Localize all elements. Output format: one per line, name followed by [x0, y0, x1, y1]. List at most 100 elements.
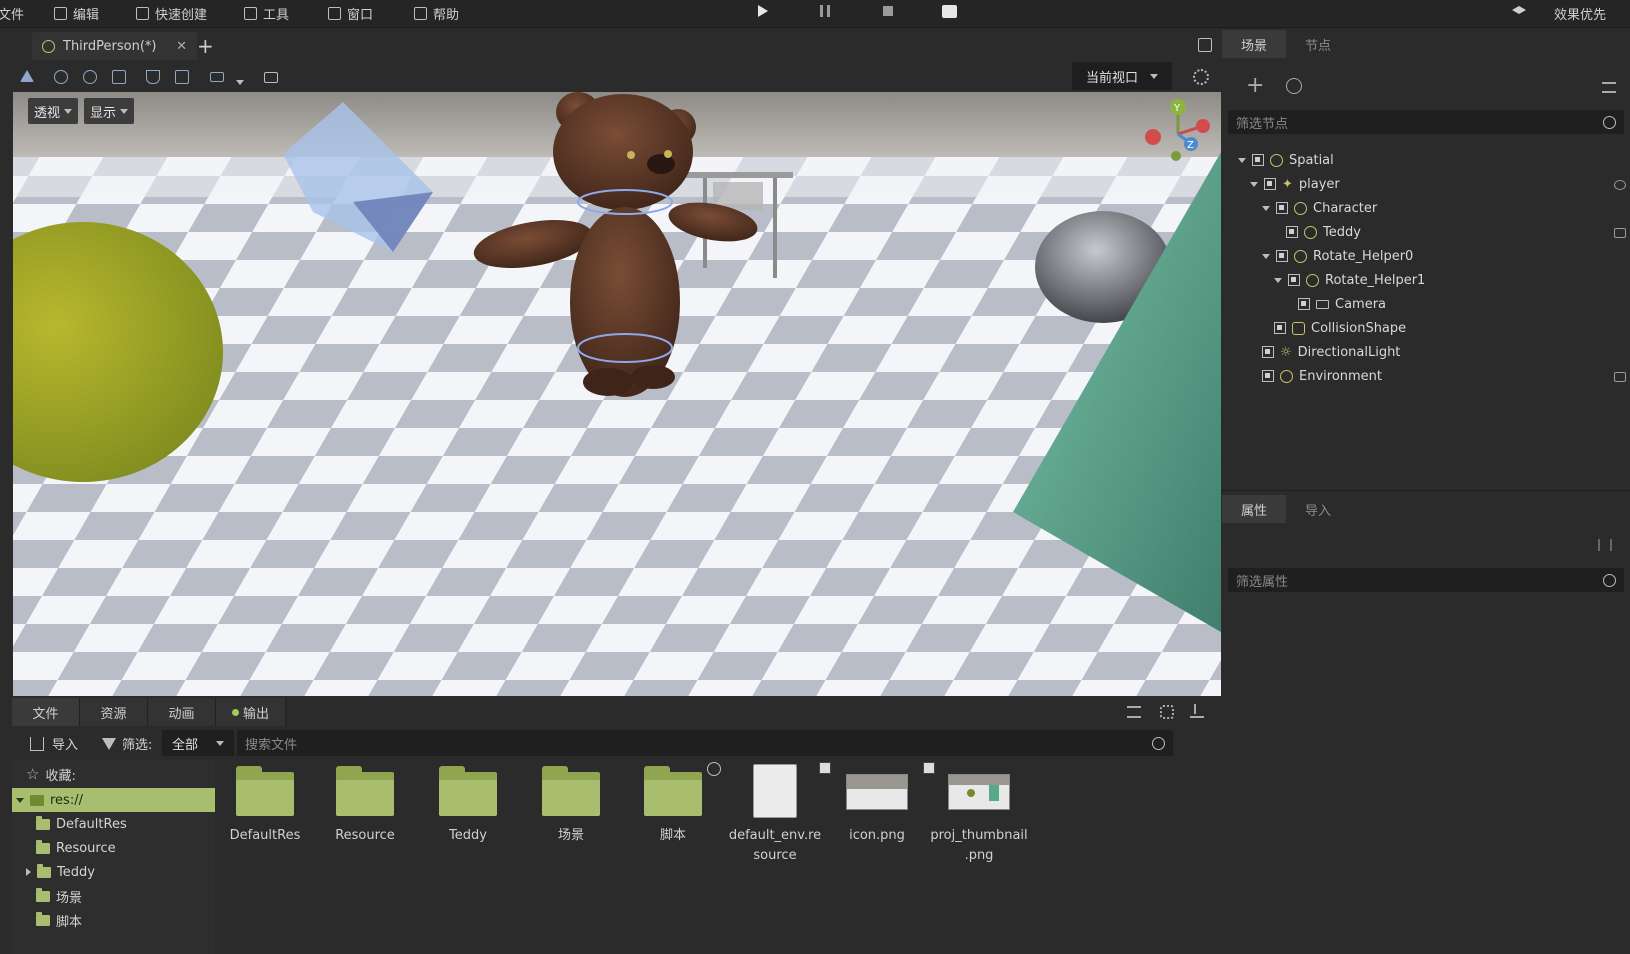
- file-item[interactable]: Resource: [317, 760, 413, 846]
- graduation-cap-icon[interactable]: [1512, 6, 1526, 14]
- tab-scene[interactable]: 场景: [1222, 30, 1286, 58]
- tab-output[interactable]: 输出: [216, 698, 286, 726]
- viewport-toolbar: 当前视口: [12, 62, 1220, 92]
- chevron-down-icon[interactable]: [1238, 157, 1246, 163]
- chevron-down-icon[interactable]: [1262, 253, 1270, 259]
- scale-tool-icon[interactable]: [112, 70, 126, 84]
- grid-view-icon[interactable]: [1160, 705, 1174, 719]
- fullscreen-icon[interactable]: [1198, 38, 1212, 52]
- stop-icon[interactable]: [883, 6, 893, 16]
- file-item[interactable]: proj_thumbnail .png: [923, 760, 1028, 866]
- menu-window[interactable]: 窗口: [328, 4, 373, 23]
- tree-item-teddy[interactable]: Teddy: [26, 860, 95, 884]
- file-item[interactable]: default_env.re source: [707, 760, 823, 866]
- folder-icon: [37, 863, 51, 878]
- link-icon[interactable]: [1282, 74, 1306, 98]
- add-node-icon[interactable]: +: [1246, 75, 1264, 97]
- image-thumbnail: [846, 774, 908, 810]
- view-menu-dropdown[interactable]: [236, 74, 244, 89]
- node-spatial[interactable]: Spatial: [1238, 148, 1334, 172]
- menu-quick-create[interactable]: 快速创建: [136, 4, 207, 23]
- close-icon[interactable]: ✕: [176, 39, 187, 54]
- file-item-label: proj_thumbnail .png: [930, 828, 1028, 863]
- tree-item-scripts[interactable]: 脚本: [36, 908, 82, 932]
- tab-thirdperson[interactable]: ThirdPerson(*) ✕: [32, 32, 197, 60]
- visibility-checkbox[interactable]: [1252, 154, 1264, 166]
- tree-item-res[interactable]: res://: [12, 788, 215, 812]
- local-space-icon[interactable]: [146, 70, 160, 84]
- file-search-input[interactable]: 搜索文件: [237, 730, 1173, 756]
- rotate-tool-icon[interactable]: [83, 70, 97, 84]
- play-icon[interactable]: [758, 5, 768, 17]
- tab-resources[interactable]: 资源: [80, 698, 148, 726]
- node-collisionshape[interactable]: CollisionShape: [1274, 316, 1406, 340]
- menu-tools[interactable]: 工具: [244, 4, 289, 23]
- file-item[interactable]: DefaultRes: [217, 760, 313, 846]
- gear-icon[interactable]: [1193, 69, 1209, 85]
- node-rotate-helper0[interactable]: Rotate_Helper0: [1262, 244, 1413, 268]
- file-item[interactable]: 脚本: [625, 760, 721, 846]
- chevron-down-icon[interactable]: [1274, 277, 1282, 283]
- file-item[interactable]: 场景: [523, 760, 619, 846]
- menu-edit[interactable]: 编辑: [54, 4, 99, 23]
- node-filter-input[interactable]: 筛选节点: [1228, 110, 1624, 134]
- node-environment[interactable]: Environment: [1262, 364, 1382, 388]
- visibility-checkbox[interactable]: [1288, 274, 1300, 286]
- menu-icon[interactable]: [1602, 82, 1616, 93]
- property-settings-icon[interactable]: [1598, 539, 1612, 551]
- select-tool-icon[interactable]: [20, 70, 34, 82]
- download-icon[interactable]: [1190, 704, 1204, 718]
- star-icon: ☆: [26, 765, 40, 783]
- pause-icon[interactable]: [820, 5, 830, 17]
- node-camera[interactable]: Camera: [1298, 292, 1386, 316]
- view-menu-icon[interactable]: [210, 72, 224, 82]
- tab-files[interactable]: 文件: [12, 698, 80, 726]
- 3d-viewport[interactable]: Y Z 透视 显示: [13, 92, 1221, 696]
- spatial-node-icon: [1270, 153, 1283, 167]
- tab-inspector[interactable]: 属性: [1222, 495, 1286, 523]
- tab-animation[interactable]: 动画: [148, 698, 216, 726]
- visibility-checkbox[interactable]: [1262, 346, 1274, 358]
- filter-select[interactable]: 全部: [162, 730, 234, 756]
- menu-file[interactable]: 文件: [0, 4, 24, 23]
- viewport-select[interactable]: 当前视口: [1072, 62, 1172, 90]
- visibility-checkbox[interactable]: [1298, 298, 1310, 310]
- snap-icon[interactable]: [175, 70, 189, 84]
- visibility-checkbox[interactable]: [1276, 250, 1288, 262]
- render-quality-button[interactable]: 效果优先: [1554, 4, 1606, 23]
- chevron-right-icon[interactable]: [26, 868, 31, 876]
- visibility-checkbox[interactable]: [1274, 322, 1286, 334]
- chevron-down-icon[interactable]: [1262, 205, 1270, 211]
- node-teddy[interactable]: Teddy: [1286, 220, 1361, 244]
- favorites-row[interactable]: ☆ 收藏:: [26, 762, 76, 786]
- list-view-icon[interactable]: [1127, 706, 1141, 718]
- visibility-checkbox[interactable]: [1276, 202, 1288, 214]
- open-scene-icon[interactable]: [1614, 228, 1626, 238]
- tree-item-defaultres[interactable]: DefaultRes: [36, 812, 127, 836]
- display-button[interactable]: 显示: [84, 98, 135, 124]
- node-directionallight[interactable]: ☼ DirectionalLight: [1262, 340, 1400, 364]
- tab-node[interactable]: 节点: [1286, 30, 1350, 58]
- perspective-button[interactable]: 透视: [28, 98, 79, 124]
- visibility-checkbox[interactable]: [1264, 178, 1276, 190]
- tab-import[interactable]: 导入: [1286, 495, 1350, 523]
- play-scene-icon[interactable]: [942, 5, 957, 18]
- node-rotate-helper1[interactable]: Rotate_Helper1: [1274, 268, 1425, 292]
- open-scene-icon[interactable]: [1614, 372, 1626, 382]
- add-tab-button[interactable]: +: [197, 34, 214, 58]
- tree-item-resource[interactable]: Resource: [36, 836, 116, 860]
- tree-item-scenes[interactable]: 场景: [36, 884, 82, 908]
- menu-help[interactable]: 帮助: [414, 4, 459, 23]
- import-button[interactable]: 导入: [30, 734, 78, 753]
- file-item[interactable]: Teddy: [420, 760, 516, 846]
- node-player[interactable]: ✦ player: [1250, 172, 1340, 196]
- chevron-down-icon[interactable]: [1250, 181, 1258, 187]
- script-icon[interactable]: [1614, 180, 1626, 190]
- visibility-checkbox[interactable]: [1262, 370, 1274, 382]
- node-character[interactable]: Character: [1262, 196, 1377, 220]
- file-item[interactable]: icon.png: [819, 760, 925, 846]
- move-tool-icon[interactable]: [54, 70, 68, 84]
- property-filter-input[interactable]: 筛选属性: [1228, 568, 1624, 592]
- visibility-checkbox[interactable]: [1286, 226, 1298, 238]
- preview-camera-icon[interactable]: [264, 72, 278, 83]
